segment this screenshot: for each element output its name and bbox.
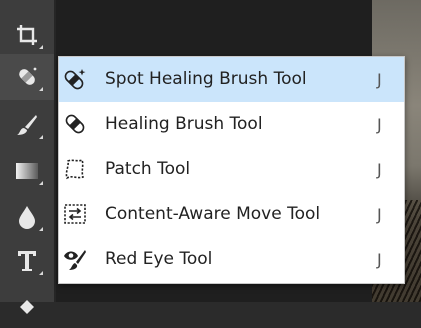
shortcut-key: J [377,160,382,179]
tool-group-indicator [39,271,43,275]
menu-item-label: Red Eye Tool [105,249,213,269]
menu-item-spot-healing-brush-tool[interactable]: Spot Healing Brush Tool J [59,57,404,102]
type-tool-button[interactable] [0,238,54,284]
menu-item-red-eye-tool[interactable]: Red Eye Tool J [59,237,404,282]
spot-healing-brush-icon [19,67,37,85]
brush-tool-button[interactable] [0,102,54,148]
healing-tools-flyout-menu: Spot Healing Brush Tool J Healing Brush … [58,56,405,284]
shortcut-key: J [377,250,382,269]
spot-healing-brush-icon [64,69,86,90]
patch-icon [65,158,85,180]
menu-item-healing-brush-tool[interactable]: Healing Brush Tool J [59,102,404,147]
blur-drop-icon [19,206,35,229]
type-icon [18,251,36,271]
shortcut-key: J [377,70,382,89]
pen-tool-button[interactable] [0,282,54,328]
menu-item-label: Spot Healing Brush Tool [105,69,307,89]
content-aware-move-icon [64,204,86,224]
crop-tool-button[interactable] [0,12,54,58]
tool-group-indicator [39,45,43,49]
shortcut-key: J [377,115,382,134]
menu-item-patch-tool[interactable]: Patch Tool J [59,147,404,192]
healing-brush-icon [65,114,85,134]
menu-item-label: Content-Aware Move Tool [105,204,321,224]
pen-icon [20,300,34,314]
red-eye-icon [64,250,86,270]
menu-item-label: Patch Tool [105,159,191,179]
menu-item-content-aware-move-tool[interactable]: Content-Aware Move Tool J [59,192,404,237]
gradient-icon [16,163,38,179]
crop-icon [17,25,37,45]
tools-panel [0,0,56,314]
tool-group-indicator [39,135,43,139]
menu-item-label: Healing Brush Tool [105,114,263,134]
spot-healing-tool-button[interactable] [0,54,54,100]
blur-tool-button[interactable] [0,194,54,240]
tool-group-indicator [39,227,43,231]
tool-group-indicator [39,181,43,185]
brush-icon [17,115,37,135]
shortcut-key: J [377,205,382,224]
tool-group-indicator [39,87,43,91]
gradient-tool-button[interactable] [0,148,54,194]
